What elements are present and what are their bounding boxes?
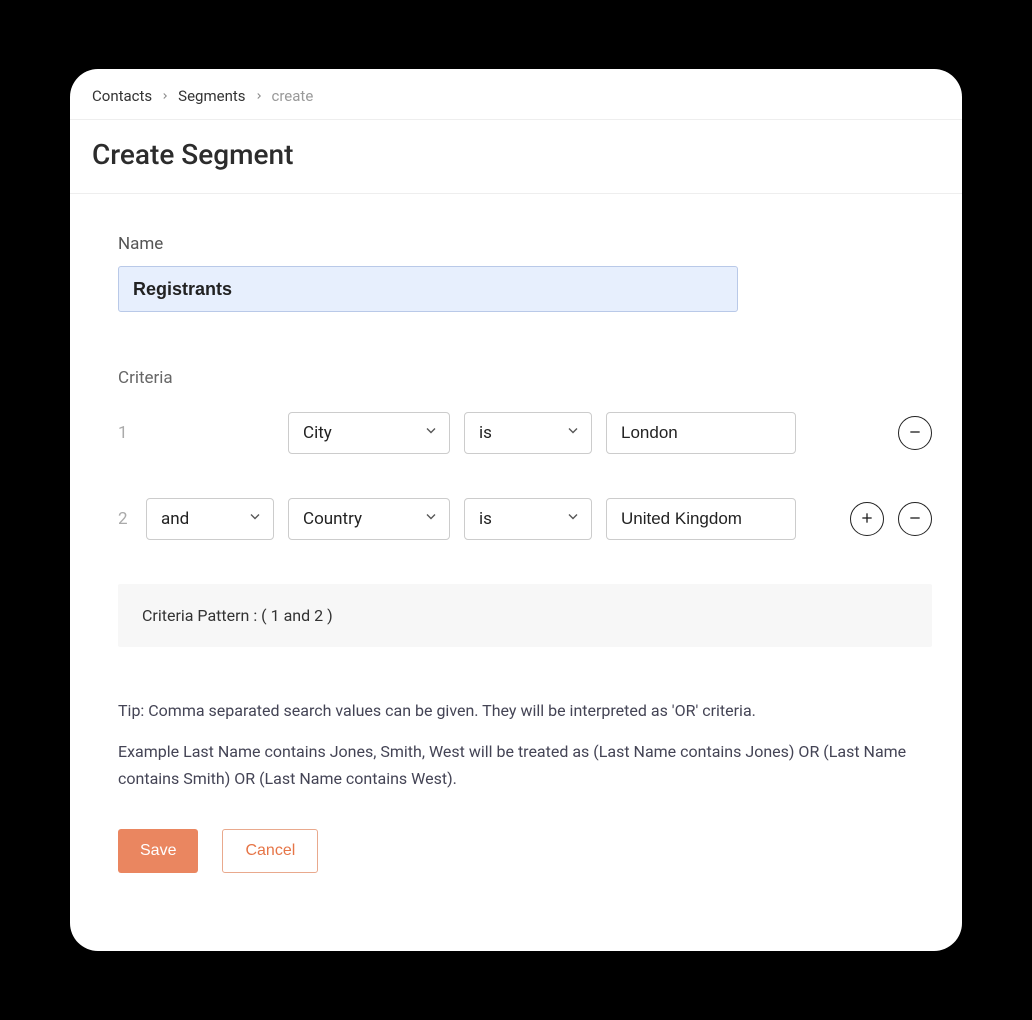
name-label: Name (118, 234, 932, 254)
criteria-section: Criteria 1 City is (118, 368, 932, 647)
criteria-value-input[interactable] (606, 412, 796, 454)
criteria-operator-value: is (479, 423, 492, 443)
criteria-row-actions (898, 416, 932, 450)
add-criteria-button[interactable] (850, 502, 884, 536)
criteria-field-select[interactable]: City (288, 412, 450, 454)
remove-criteria-button[interactable] (898, 502, 932, 536)
criteria-label: Criteria (118, 368, 932, 388)
criteria-field-value: City (303, 423, 332, 443)
chevron-down-icon (565, 509, 581, 530)
tip-line-2: Example Last Name contains Jones, Smith,… (118, 738, 932, 792)
criteria-row: 1 City is (118, 412, 932, 454)
criteria-logic-select[interactable]: and (146, 498, 274, 540)
chevron-right-icon (254, 91, 264, 101)
criteria-operator-select[interactable]: is (464, 412, 592, 454)
form-content: Name Criteria 1 City is (70, 194, 962, 903)
minus-icon (907, 510, 923, 529)
name-input[interactable] (118, 266, 738, 312)
criteria-logic-value: and (161, 509, 189, 529)
page-title: Create Segment (70, 120, 962, 194)
save-button[interactable]: Save (118, 829, 198, 873)
breadcrumb-contacts[interactable]: Contacts (92, 87, 152, 105)
chevron-down-icon (423, 423, 439, 444)
create-segment-card: Contacts Segments create Create Segment … (70, 69, 962, 951)
criteria-row-actions (850, 502, 932, 536)
tip-text: Tip: Comma separated search values can b… (118, 697, 932, 793)
breadcrumb: Contacts Segments create (70, 69, 962, 120)
chevron-down-icon (565, 423, 581, 444)
chevron-down-icon (247, 509, 263, 530)
form-actions: Save Cancel (118, 829, 932, 873)
minus-icon (907, 424, 923, 443)
criteria-row-number: 1 (118, 423, 132, 443)
criteria-row: 2 and Country is (118, 498, 932, 540)
criteria-operator-select[interactable]: is (464, 498, 592, 540)
criteria-operator-value: is (479, 509, 492, 529)
criteria-field-select[interactable]: Country (288, 498, 450, 540)
breadcrumb-current: create (272, 87, 314, 105)
remove-criteria-button[interactable] (898, 416, 932, 450)
chevron-right-icon (160, 91, 170, 101)
chevron-down-icon (423, 509, 439, 530)
criteria-field-value: Country (303, 509, 362, 529)
breadcrumb-segments[interactable]: Segments (178, 87, 245, 105)
cancel-button[interactable]: Cancel (222, 829, 318, 873)
criteria-pattern: Criteria Pattern : ( 1 and 2 ) (118, 584, 932, 647)
plus-icon (859, 510, 875, 529)
criteria-value-input[interactable] (606, 498, 796, 540)
criteria-row-number: 2 (118, 509, 132, 529)
tip-line-1: Tip: Comma separated search values can b… (118, 697, 932, 724)
